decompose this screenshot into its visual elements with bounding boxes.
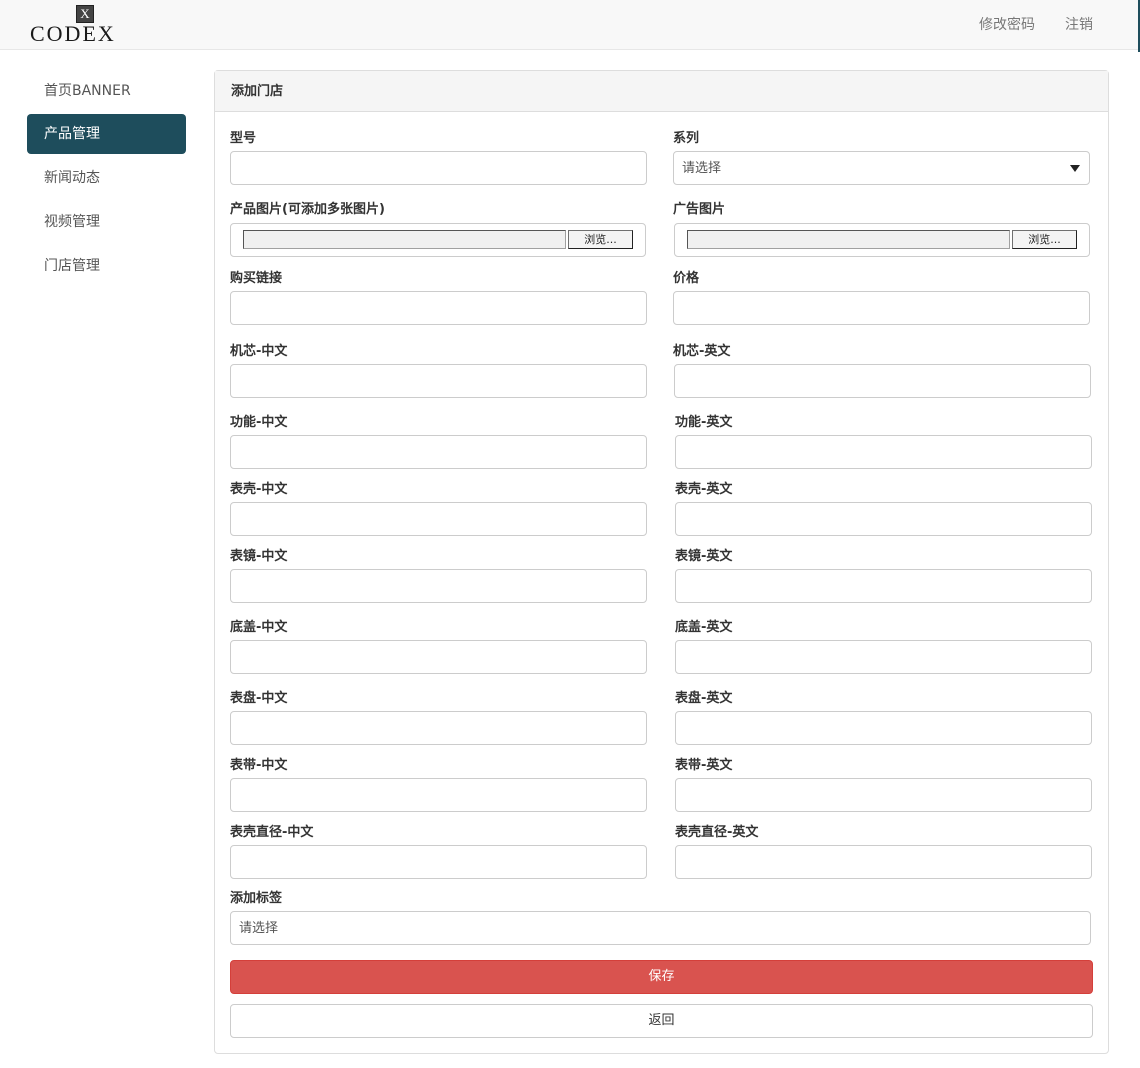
- diameter-en-label: 表壳直径-英文: [675, 825, 759, 840]
- series-label: 系列: [673, 131, 700, 146]
- caret-down-icon: [1070, 165, 1080, 172]
- ad-image-browse-button[interactable]: 浏览...: [1012, 230, 1077, 249]
- crystal-en-label: 表镜-英文: [675, 549, 733, 564]
- caseback-cn-input[interactable]: [230, 640, 647, 674]
- strap-cn-label: 表带-中文: [230, 758, 288, 773]
- strap-cn-input[interactable]: [230, 778, 647, 812]
- dial-cn-input[interactable]: [230, 711, 647, 745]
- logo-text: CODEX: [30, 21, 116, 46]
- movement-cn-label: 机芯-中文: [230, 344, 288, 359]
- series-select-value: 请选择: [682, 161, 722, 176]
- case-en-label: 表壳-英文: [675, 482, 733, 497]
- product-images-browse-button[interactable]: 浏览...: [568, 230, 633, 249]
- model-input[interactable]: [230, 151, 647, 185]
- ad-image-file-path[interactable]: [687, 230, 1010, 249]
- panel-title: 添加门店: [231, 84, 284, 99]
- ad-image-label: 广告图片: [673, 202, 726, 217]
- strap-en-input[interactable]: [675, 778, 1092, 812]
- change-password-link[interactable]: 修改密码: [979, 16, 1035, 34]
- movement-cn-input[interactable]: [230, 364, 647, 398]
- series-select[interactable]: 请选择: [673, 151, 1090, 185]
- case-cn-label: 表壳-中文: [230, 482, 288, 497]
- buy-link-input[interactable]: [230, 291, 647, 325]
- sidebar-item-products[interactable]: 产品管理: [27, 114, 186, 154]
- product-images-file-input[interactable]: 浏览...: [230, 223, 646, 257]
- diameter-cn-label: 表壳直径-中文: [230, 825, 314, 840]
- save-button[interactable]: 保存: [230, 960, 1093, 994]
- price-label: 价格: [673, 271, 700, 286]
- caseback-en-input[interactable]: [675, 640, 1092, 674]
- function-cn-label: 功能-中文: [230, 415, 288, 430]
- buy-link-label: 购买链接: [230, 271, 283, 286]
- movement-en-input[interactable]: [674, 364, 1091, 398]
- case-cn-input[interactable]: [230, 502, 647, 536]
- tags-select[interactable]: 请选择: [230, 911, 1091, 945]
- diameter-en-input[interactable]: [675, 845, 1092, 879]
- sidebar-item-home-banner[interactable]: 首页BANNER: [27, 71, 186, 111]
- brand-logo[interactable]: X CODEX: [30, 4, 142, 46]
- product-images-label: 产品图片(可添加多张图片): [230, 202, 385, 217]
- diameter-cn-input[interactable]: [230, 845, 647, 879]
- logout-link[interactable]: 注销: [1065, 16, 1093, 34]
- ad-image-file-input[interactable]: 浏览...: [674, 223, 1090, 257]
- tags-select-value: 请选择: [239, 921, 279, 936]
- case-en-input[interactable]: [675, 502, 1092, 536]
- movement-en-label: 机芯-英文: [673, 344, 731, 359]
- caseback-en-label: 底盖-英文: [675, 620, 733, 635]
- price-input[interactable]: [673, 291, 1090, 325]
- crystal-cn-label: 表镜-中文: [230, 549, 288, 564]
- dial-en-input[interactable]: [675, 711, 1092, 745]
- model-label: 型号: [230, 131, 257, 146]
- product-images-file-path[interactable]: [243, 230, 566, 249]
- dial-en-label: 表盘-英文: [675, 691, 733, 706]
- back-button[interactable]: 返回: [230, 1004, 1093, 1038]
- crystal-cn-input[interactable]: [230, 569, 647, 603]
- sidebar-item-videos[interactable]: 视频管理: [27, 202, 186, 242]
- crystal-en-input[interactable]: [675, 569, 1092, 603]
- function-cn-input[interactable]: [230, 435, 647, 469]
- top-navbar: X CODEX 修改密码 注销: [0, 0, 1140, 50]
- sidebar-item-stores[interactable]: 门店管理: [27, 246, 186, 286]
- tags-label: 添加标签: [230, 891, 283, 906]
- function-en-input[interactable]: [675, 435, 1092, 469]
- function-en-label: 功能-英文: [675, 415, 733, 430]
- sidebar-item-news[interactable]: 新闻动态: [27, 158, 186, 198]
- caseback-cn-label: 底盖-中文: [230, 620, 288, 635]
- panel-heading: 添加门店: [215, 71, 1108, 112]
- dial-cn-label: 表盘-中文: [230, 691, 288, 706]
- strap-en-label: 表带-英文: [675, 758, 733, 773]
